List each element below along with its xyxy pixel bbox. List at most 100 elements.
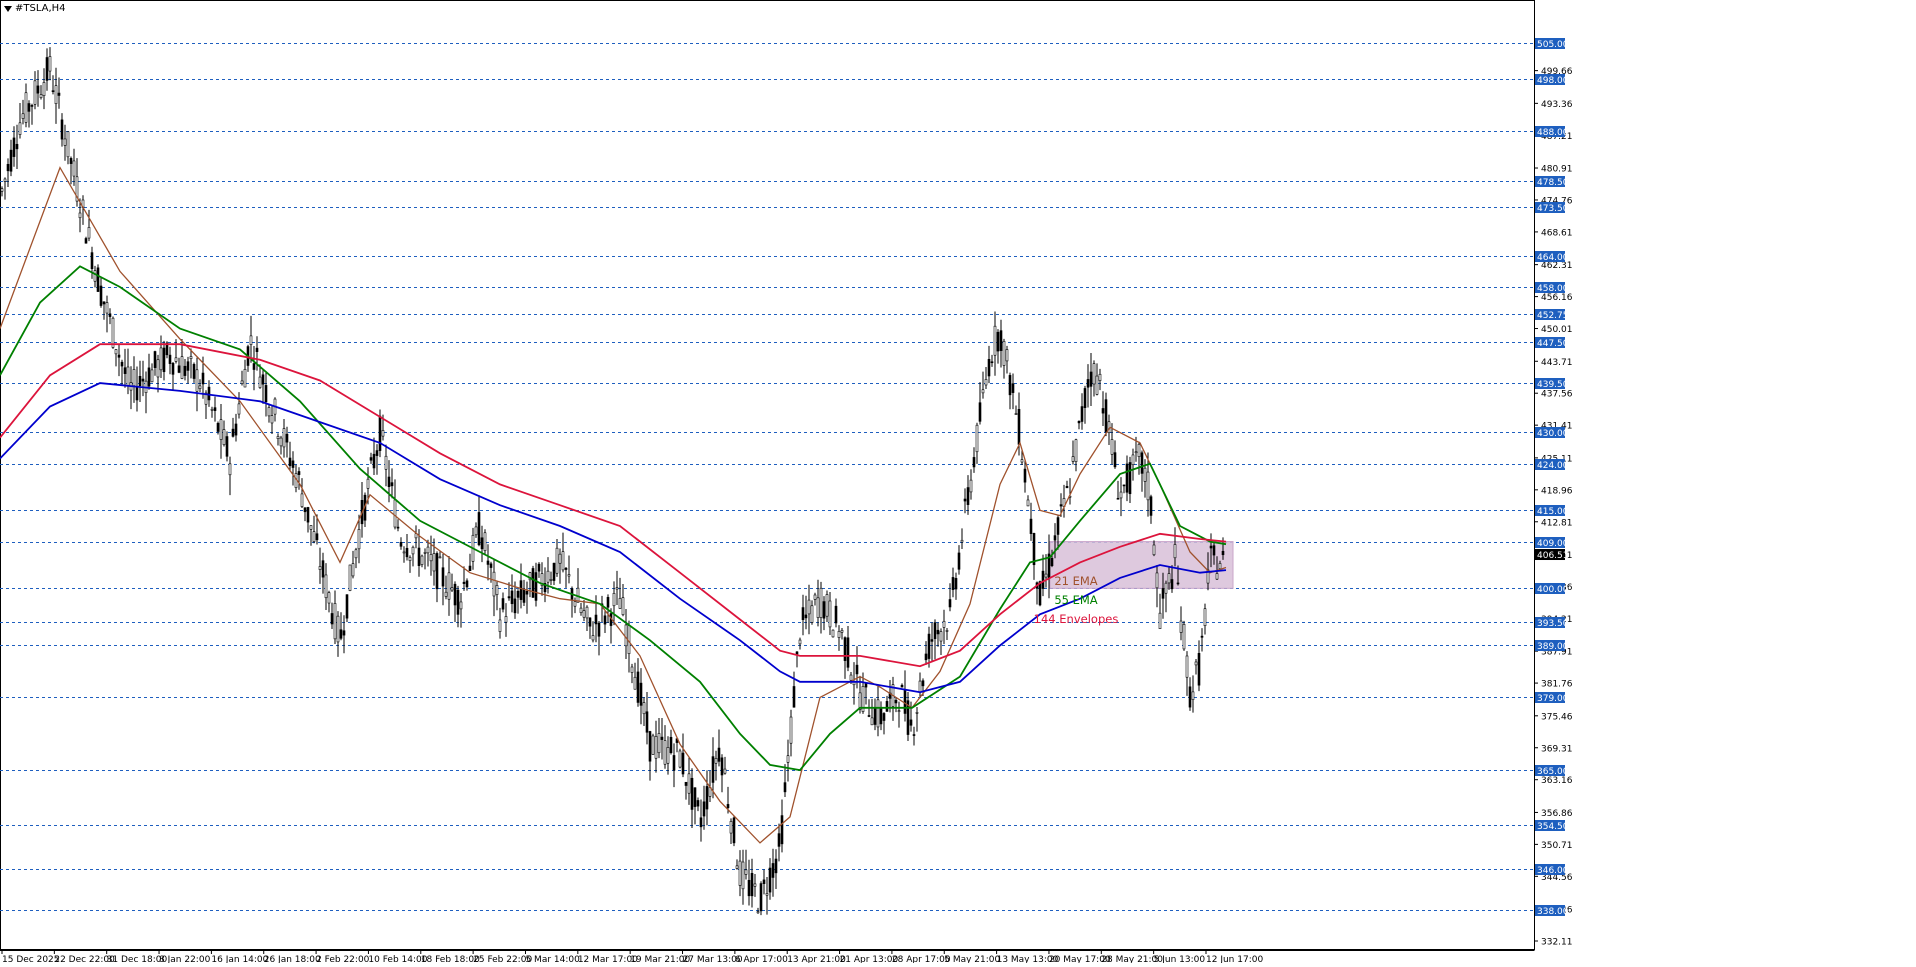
- candle-body: [465, 580, 469, 588]
- collapse-triangle-icon[interactable]: [4, 5, 12, 12]
- candle-body: [444, 591, 448, 597]
- candle-body: [627, 625, 631, 654]
- candle-body: [522, 588, 526, 603]
- candle-body: [768, 867, 772, 893]
- candle-body: [87, 227, 91, 239]
- candle-body: [111, 317, 115, 348]
- candle-body: [150, 369, 154, 383]
- candle-body: [240, 380, 244, 384]
- x-tick-label: 15 Dec 2025: [2, 955, 60, 963]
- candle-body: [894, 699, 898, 704]
- y-tick-label: 468.61: [1541, 228, 1573, 238]
- candle-body: [282, 428, 286, 448]
- candle-body: [1038, 581, 1042, 606]
- candle-body: [702, 801, 706, 817]
- candle-body: [780, 815, 784, 845]
- candle-body: [1074, 439, 1078, 462]
- candle-body: [1164, 582, 1168, 594]
- candle-body: [900, 684, 904, 688]
- candle-body: [267, 407, 271, 417]
- candle-body: [159, 347, 163, 371]
- candle-body: [501, 598, 505, 610]
- candle-body: [765, 893, 769, 896]
- candle-body: [18, 122, 22, 135]
- candle-body: [879, 708, 883, 725]
- candle-body: [975, 424, 979, 453]
- candle-body: [990, 361, 994, 364]
- candle-body: [678, 750, 682, 768]
- candle-body: [1044, 573, 1048, 578]
- candle-body: [171, 363, 175, 375]
- candle-body: [597, 622, 601, 637]
- x-axis-ticks: 15 Dec 202522 Dec 22:0031 Dec 18:008 Jan…: [1, 950, 1263, 965]
- candle-body: [882, 713, 886, 721]
- candle-body: [1185, 655, 1189, 678]
- candle-body: [1101, 408, 1105, 414]
- candle-body: [336, 615, 340, 643]
- candle-body: [342, 630, 346, 636]
- candle-body: [345, 594, 349, 619]
- candle-body: [1032, 533, 1036, 566]
- x-tick-label: 8 Jan 22:00: [159, 955, 211, 963]
- y-tick-label: 375.46: [1541, 712, 1573, 722]
- candle-body: [324, 574, 328, 599]
- candle-body: [816, 597, 820, 618]
- candle-body: [432, 553, 436, 572]
- level-label: 389.00: [1537, 642, 1569, 652]
- candle-body: [849, 674, 853, 681]
- candle-body: [411, 546, 415, 555]
- candle-body: [1056, 517, 1060, 535]
- candle-body: [1050, 558, 1054, 567]
- candle-body: [231, 428, 235, 437]
- candle-body: [546, 570, 550, 583]
- candle-body: [1113, 452, 1117, 468]
- candle-body: [645, 711, 649, 733]
- candle-body: [1095, 375, 1099, 395]
- candle-body: [228, 463, 232, 476]
- price-chart[interactable]: 499.66493.36487.21480.91474.76468.61462.…: [0, 0, 1916, 965]
- candle-body: [711, 756, 715, 783]
- candle-body: [285, 433, 289, 443]
- candle-body: [567, 574, 571, 577]
- candle-body: [15, 143, 19, 150]
- candle-body: [462, 581, 466, 584]
- candle-body: [225, 436, 229, 457]
- candle-body: [264, 385, 268, 403]
- candle-body: [213, 407, 217, 411]
- y-tick-label: 381.76: [1541, 680, 1573, 690]
- candle-body: [933, 622, 937, 640]
- candle-body: [405, 547, 409, 558]
- candle-body: [714, 758, 718, 764]
- candle-body: [162, 347, 166, 373]
- candle-body: [96, 267, 100, 292]
- candle-body: [390, 482, 394, 487]
- candle-body: [513, 598, 517, 614]
- candle-body: [1020, 459, 1024, 463]
- candle-body: [819, 587, 823, 618]
- candle-body: [447, 572, 451, 600]
- y-tick-label: 363.16: [1541, 776, 1573, 786]
- candle-body: [219, 419, 223, 440]
- candle-body: [825, 594, 829, 617]
- candle-body: [252, 363, 256, 370]
- candle-body: [123, 367, 127, 374]
- y-tick-label: 332.11: [1541, 938, 1573, 948]
- candle-body: [105, 302, 109, 314]
- candle-body: [1083, 388, 1087, 408]
- candle-body: [108, 313, 112, 317]
- candle-body: [174, 357, 178, 362]
- candle-body: [642, 702, 646, 715]
- candle-body: [1017, 409, 1021, 445]
- candle-body: [984, 379, 988, 386]
- legend-label: 144 Envelopes: [1034, 612, 1119, 626]
- y-tick-label: 412.81: [1541, 518, 1573, 528]
- candle-body: [573, 601, 577, 607]
- candle-body: [93, 270, 97, 282]
- candle-body: [876, 699, 880, 728]
- candle-body: [255, 347, 259, 352]
- candle-body: [72, 160, 76, 177]
- candle-body: [66, 131, 70, 158]
- x-tick-label: 5 May 21:00: [944, 955, 1000, 963]
- candle-body: [951, 577, 955, 590]
- candle-body: [663, 740, 667, 765]
